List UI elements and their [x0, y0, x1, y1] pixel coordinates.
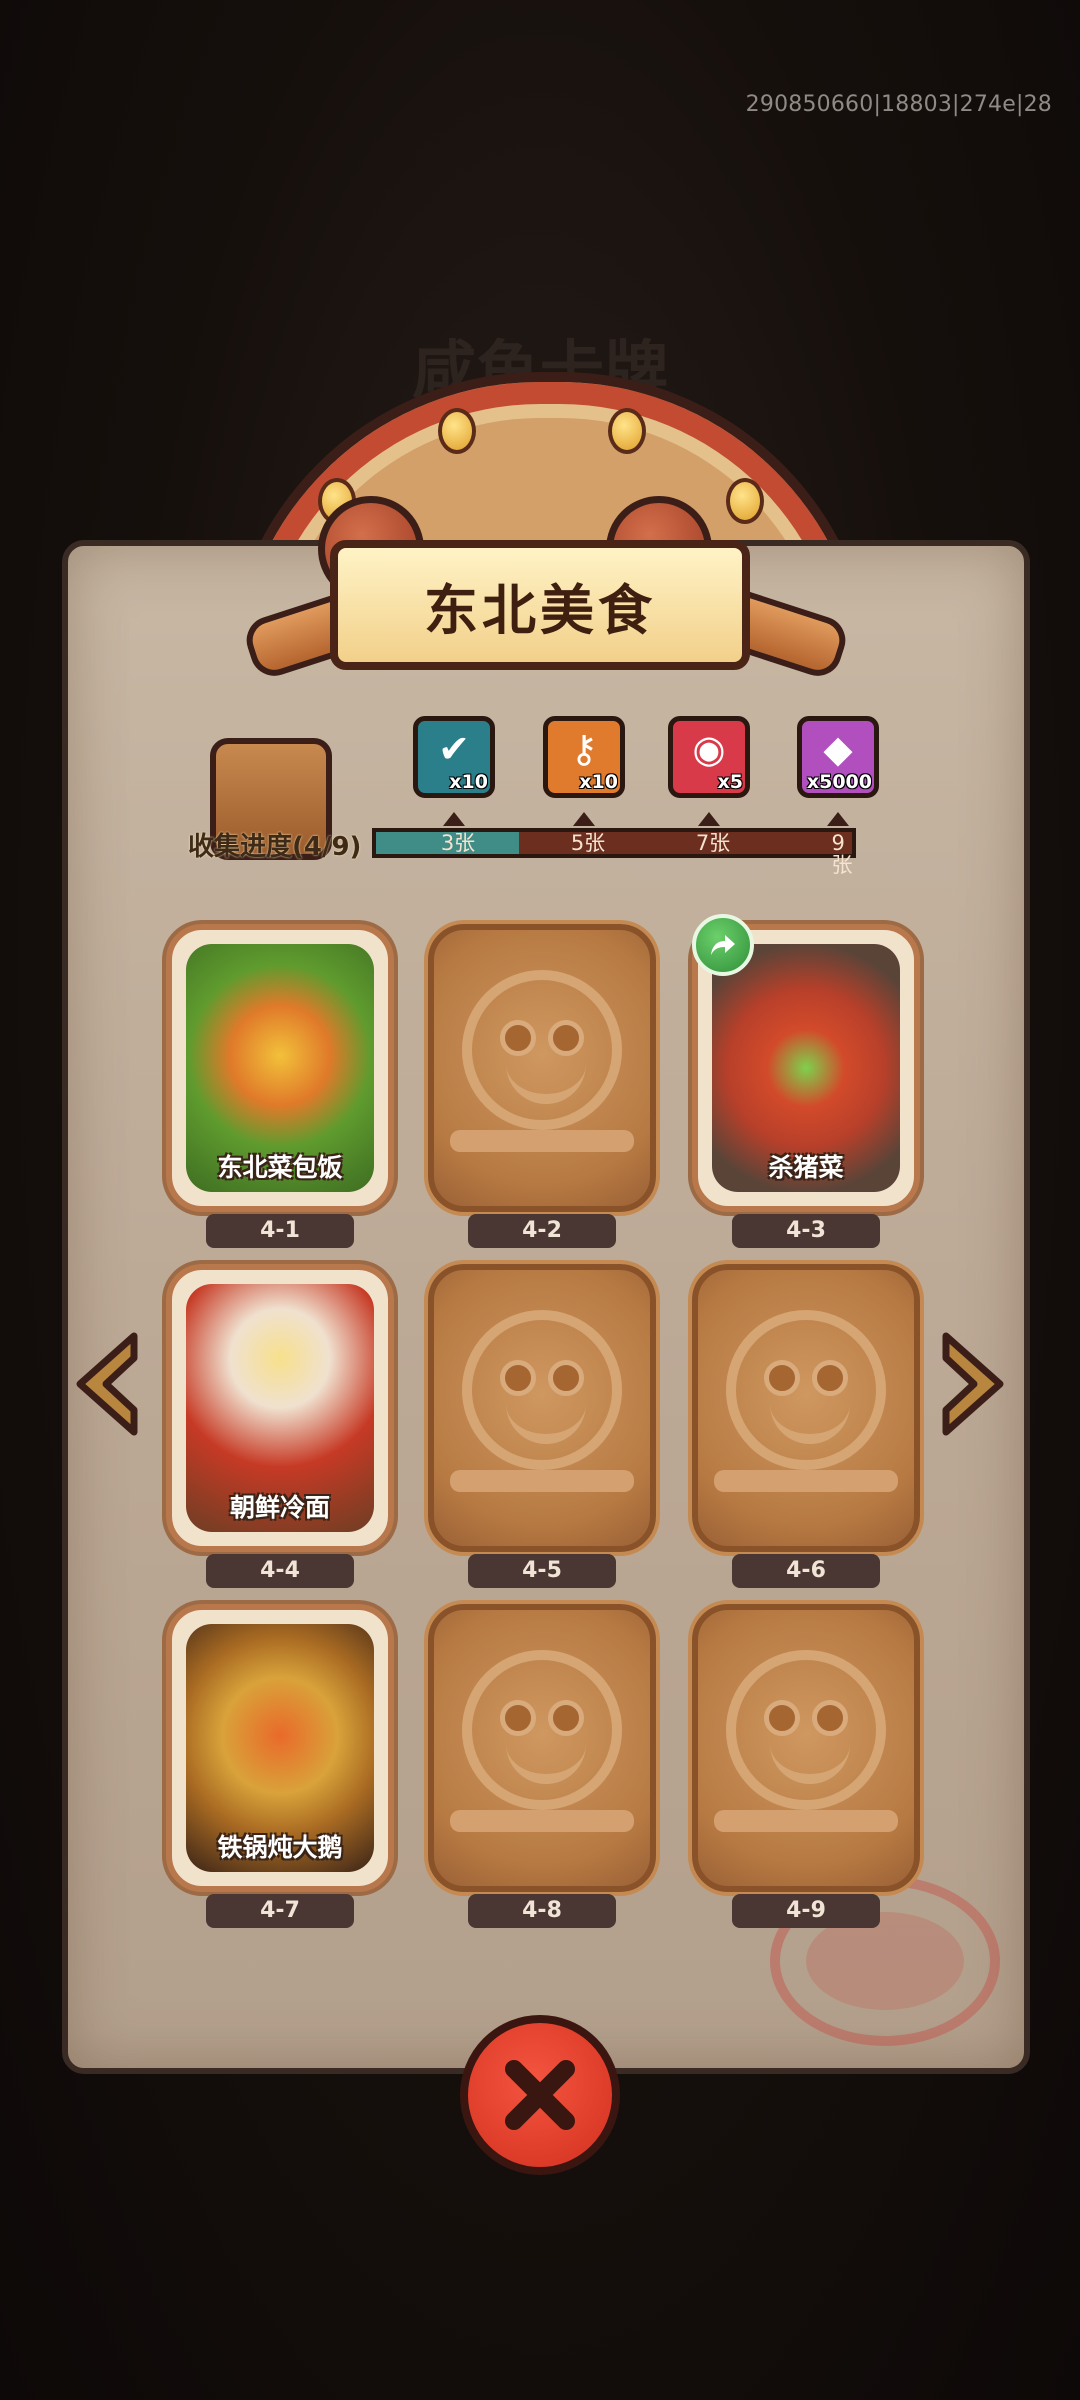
- share-button[interactable]: [692, 914, 754, 976]
- locked-emblem-icon: [462, 970, 622, 1130]
- share-icon: [711, 935, 735, 955]
- locked-card[interactable]: [692, 1604, 920, 1892]
- dish-name: 朝鲜冷面: [229, 1493, 330, 1522]
- card-number-tag: 4-3: [732, 1214, 880, 1248]
- reward-quantity: x5000: [806, 771, 872, 793]
- locked-card[interactable]: [692, 1264, 920, 1552]
- food-card[interactable]: 铁锅炖大鹅: [166, 1604, 394, 1892]
- gem-icon: ◆: [823, 727, 853, 771]
- emblem-ribbon: [714, 1470, 898, 1492]
- milestone-label: 9张: [831, 831, 853, 877]
- title-banner: 东北美食: [330, 540, 750, 670]
- collection-progress-bar: 3张 5张 7张 9张: [372, 828, 856, 876]
- close-icon: [505, 2060, 575, 2130]
- prev-page-button[interactable]: [70, 1330, 148, 1438]
- milestone-reward-key[interactable]: ⚷ x10: [543, 716, 625, 798]
- emblem-smile: [506, 1398, 586, 1444]
- stud-decoration: [438, 408, 476, 454]
- emblem-smile: [506, 1738, 586, 1784]
- milestone-label: 3张: [440, 831, 476, 855]
- stud-decoration: [608, 408, 646, 454]
- milestone-label: 7张: [695, 831, 731, 855]
- locked-emblem-icon: [726, 1650, 886, 1810]
- milestone-marker: [573, 812, 595, 826]
- locked-card[interactable]: [428, 1264, 656, 1552]
- card-number-tag: 4-1: [206, 1214, 354, 1248]
- card-number-tag: 4-2: [468, 1214, 616, 1248]
- emblem-ribbon: [450, 1810, 634, 1832]
- milestone-marker: [827, 812, 849, 826]
- card-number-tag: 4-4: [206, 1554, 354, 1588]
- debug-id-text: 290850660|18803|274e|28: [745, 92, 1052, 117]
- locked-emblem-icon: [462, 1650, 622, 1810]
- next-page-button[interactable]: [932, 1330, 1010, 1438]
- card-number-tag: 4-5: [468, 1554, 616, 1588]
- emblem-ribbon: [714, 1810, 898, 1832]
- key-icon: ⚷: [570, 727, 598, 771]
- collection-progress-label: 收集进度(4/9): [188, 832, 362, 862]
- card-number-tag: 4-8: [468, 1894, 616, 1928]
- orb-icon: ◉: [692, 727, 726, 771]
- dish-name: 东北菜包饭: [217, 1153, 343, 1182]
- reward-quantity: x10: [579, 771, 618, 793]
- milestone-marker: [443, 812, 465, 826]
- milestone-label: 5张: [570, 831, 606, 855]
- card-number-tag: 4-9: [732, 1894, 880, 1928]
- dish-name: 杀猪菜: [768, 1153, 844, 1182]
- food-card[interactable]: 东北菜包饭: [166, 924, 394, 1212]
- emblem-ribbon: [450, 1130, 634, 1152]
- chest-icon: ✔: [438, 727, 470, 771]
- locked-emblem-icon: [726, 1310, 886, 1470]
- panel-title: 东北美食: [424, 578, 656, 642]
- stud-decoration: [726, 478, 764, 524]
- milestone-reward-chest[interactable]: ✔ x10: [413, 716, 495, 798]
- reward-quantity: x10: [449, 771, 488, 793]
- food-card[interactable]: 朝鲜冷面: [166, 1264, 394, 1552]
- locked-emblem-icon: [462, 1310, 622, 1470]
- locked-card[interactable]: [428, 1604, 656, 1892]
- emblem-smile: [770, 1398, 850, 1444]
- emblem-smile: [506, 1058, 586, 1104]
- emblem-ribbon: [450, 1470, 634, 1492]
- milestone-marker: [698, 812, 720, 826]
- emblem-smile: [770, 1738, 850, 1784]
- close-button[interactable]: [460, 2015, 620, 2175]
- milestone-reward-gem[interactable]: ◆ x5000: [797, 716, 879, 798]
- locked-card[interactable]: [428, 924, 656, 1212]
- card-number-tag: 4-6: [732, 1554, 880, 1588]
- reward-quantity: x5: [717, 771, 743, 793]
- dish-name: 铁锅炖大鹅: [217, 1833, 343, 1862]
- milestone-reward-orb[interactable]: ◉ x5: [668, 716, 750, 798]
- card-number-tag: 4-7: [206, 1894, 354, 1928]
